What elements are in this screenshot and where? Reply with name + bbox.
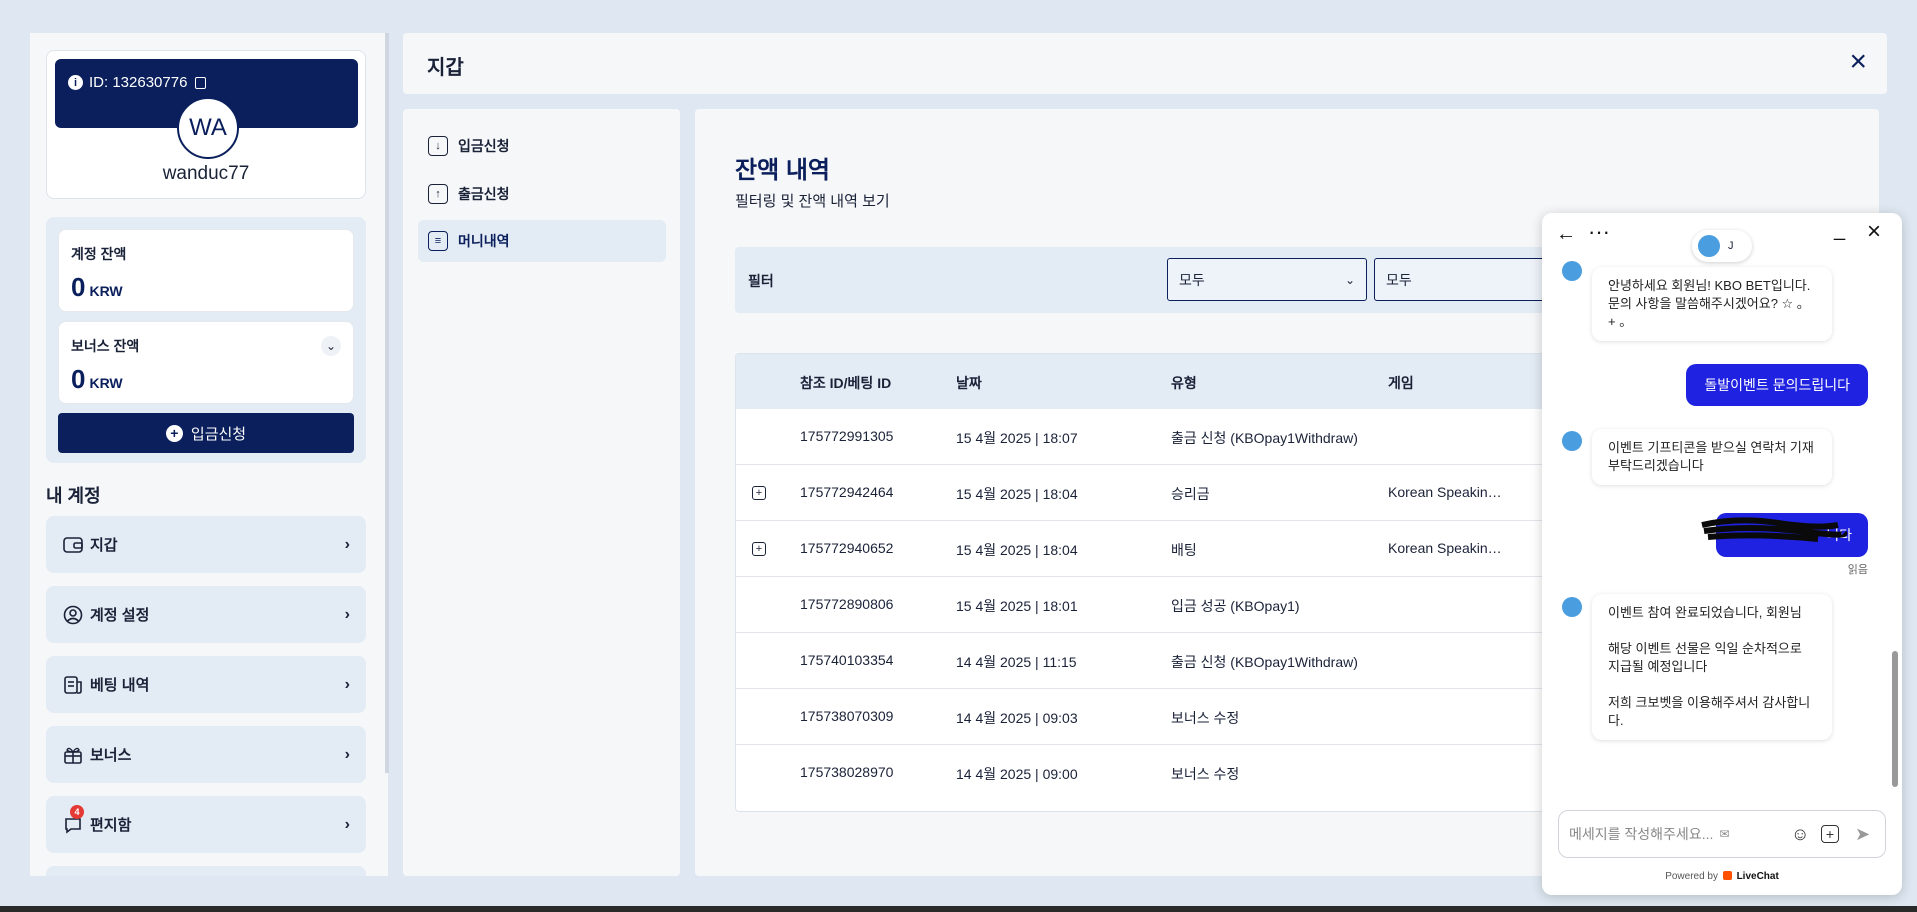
username: wanduc77 xyxy=(162,163,250,184)
wallet-menu-withdraw[interactable]: ↑ 출금신청 xyxy=(418,173,666,215)
filter-label: 필터 xyxy=(748,273,774,289)
wallet-title: 지갑 xyxy=(427,57,464,79)
upload-icon: ↑ xyxy=(428,184,448,204)
back-arrow-icon[interactable]: ← xyxy=(1556,223,1576,246)
agent-pill: J xyxy=(1692,230,1752,262)
agent-avatar xyxy=(1562,431,1582,451)
notification-badge: 4 xyxy=(70,805,84,819)
close-icon[interactable]: × xyxy=(1849,47,1867,77)
copy-icon[interactable] xyxy=(195,76,207,89)
profile-card: i ID: 132630776 WA wanduc77 xyxy=(46,50,366,199)
chat-scrollbar[interactable] xyxy=(1892,651,1898,787)
attach-icon[interactable]: + xyxy=(1821,825,1839,843)
chevron-right-icon: › xyxy=(344,745,350,763)
chat-message-agent: 안녕하세요 회원님! KBO BET입니다. 문의 사항을 말씀해주시겠어요? … xyxy=(1592,267,1832,341)
chat-message-agent: 이벤트 기프티콘을 받으실 연락처 기재 부탁드리겠습니다 xyxy=(1592,429,1832,485)
account-menu-wallet[interactable]: 지갑 › xyxy=(46,516,366,573)
profile-id-text: ID: 132630776 xyxy=(89,74,188,91)
chevron-right-icon: › xyxy=(344,605,350,623)
chat-message-user: 니다 xyxy=(1701,513,1868,557)
wallet-menu: ↓ 입금신청 ↑ 출금신청 ≡ 머니내역 xyxy=(403,109,680,876)
chat-message-agent: 이벤트 참여 완료되었습니다, 회원님 해당 이벤트 선물은 익일 순차적으로 … xyxy=(1592,594,1832,740)
wallet-menu-deposit[interactable]: ↓ 입금신청 xyxy=(418,125,666,167)
redaction-scribble xyxy=(1701,517,1848,542)
chevron-down-icon[interactable]: ⌄ xyxy=(321,336,341,356)
livechat-logo xyxy=(1722,871,1732,880)
page-title: 잔액 내역 xyxy=(735,157,830,184)
account-sidebar: i ID: 132630776 WA wanduc77 계정 잔액 0 KRW 보… xyxy=(30,33,388,876)
column-header-game: 게임 xyxy=(1388,375,1414,391)
wallet-icon xyxy=(62,534,84,556)
chevron-down-icon: ⌄ xyxy=(1344,272,1355,287)
account-menu-inbox[interactable]: 4 편지함 › xyxy=(46,796,366,853)
plus-circle-icon: + xyxy=(165,424,183,442)
expand-icon[interactable]: + xyxy=(752,542,766,556)
account-menu-bonus[interactable]: 보너스 › xyxy=(46,726,366,783)
chat-message-input[interactable]: 메세지를 작성해주세요... ✉ ☺ + ➤ xyxy=(1558,810,1886,858)
balance-box: 계정 잔액 0 KRW 보너스 잔액 ⌄ 0 KRW + 입금신청 xyxy=(46,217,366,463)
read-receipt: 읽음 xyxy=(1847,564,1868,576)
emoji-icon[interactable]: ☺ xyxy=(1791,824,1809,845)
chat-message-user: 돌발이벤트 문의드립니다 xyxy=(1686,364,1868,406)
column-header-type: 유형 xyxy=(1171,375,1197,391)
chevron-right-icon: › xyxy=(344,815,350,833)
account-menu-betting-history[interactable]: 베팅 내역 › xyxy=(46,656,366,713)
user-icon xyxy=(62,604,84,626)
agent-avatar xyxy=(1562,597,1582,617)
receipt-icon xyxy=(62,674,84,696)
gift-icon xyxy=(62,744,84,766)
account-balance-card: 계정 잔액 0 KRW xyxy=(58,229,354,312)
expand-icon[interactable]: + xyxy=(752,486,766,500)
wallet-header: 지갑 × xyxy=(403,33,1887,94)
close-icon[interactable]: × xyxy=(1867,218,1881,246)
account-menu-settings[interactable]: 계정 설정 › xyxy=(46,586,366,643)
document-icon: ≡ xyxy=(428,231,448,251)
agent-avatar xyxy=(1562,261,1582,281)
my-account-title: 내 계정 xyxy=(46,486,101,506)
bonus-balance-card: 보너스 잔액 ⌄ 0 KRW xyxy=(58,321,354,404)
chevron-right-icon: › xyxy=(344,535,350,553)
chevron-right-icon: › xyxy=(344,675,350,693)
more-options-icon[interactable]: ··· xyxy=(1588,219,1610,245)
filter-select-1[interactable]: 모두 ⌄ xyxy=(1167,258,1367,301)
deposit-button[interactable]: + 입금신청 xyxy=(58,413,354,453)
bonus-balance-label: 보너스 잔액 xyxy=(71,338,140,354)
sidebar-scrollbar[interactable] xyxy=(385,33,389,773)
wallet-menu-money-history[interactable]: ≡ 머니내역 xyxy=(418,220,666,262)
send-icon[interactable]: ➤ xyxy=(1855,824,1870,845)
download-icon: ↓ xyxy=(428,136,448,156)
account-balance-label: 계정 잔액 xyxy=(71,246,127,262)
bonus-balance-value: 0 KRW xyxy=(71,364,123,394)
account-menu-more[interactable] xyxy=(46,866,366,876)
mail-icon: ✉ xyxy=(1719,827,1730,841)
powered-by: Powered by LiveChat xyxy=(1665,871,1779,882)
livechat-widget: ← ··· J _ × 안녕하세요 회원님! KBO BET입니다. 문의 사항… xyxy=(1542,213,1902,895)
avatar: WA xyxy=(177,97,239,159)
minimize-icon[interactable]: _ xyxy=(1834,219,1845,242)
column-header-date: 날짜 xyxy=(956,375,982,391)
taskbar-strip xyxy=(0,906,1917,912)
chat-header: ← ··· J _ × xyxy=(1542,213,1902,263)
profile-id: i ID: 132630776 xyxy=(68,74,207,91)
page-subtitle: 필터링 및 잔액 내역 보기 xyxy=(735,193,890,210)
account-balance-value: 0 KRW xyxy=(71,272,123,302)
info-icon: i xyxy=(68,75,83,90)
agent-avatar xyxy=(1696,233,1722,259)
column-header-id: 참조 ID/베팅 ID xyxy=(800,375,892,391)
